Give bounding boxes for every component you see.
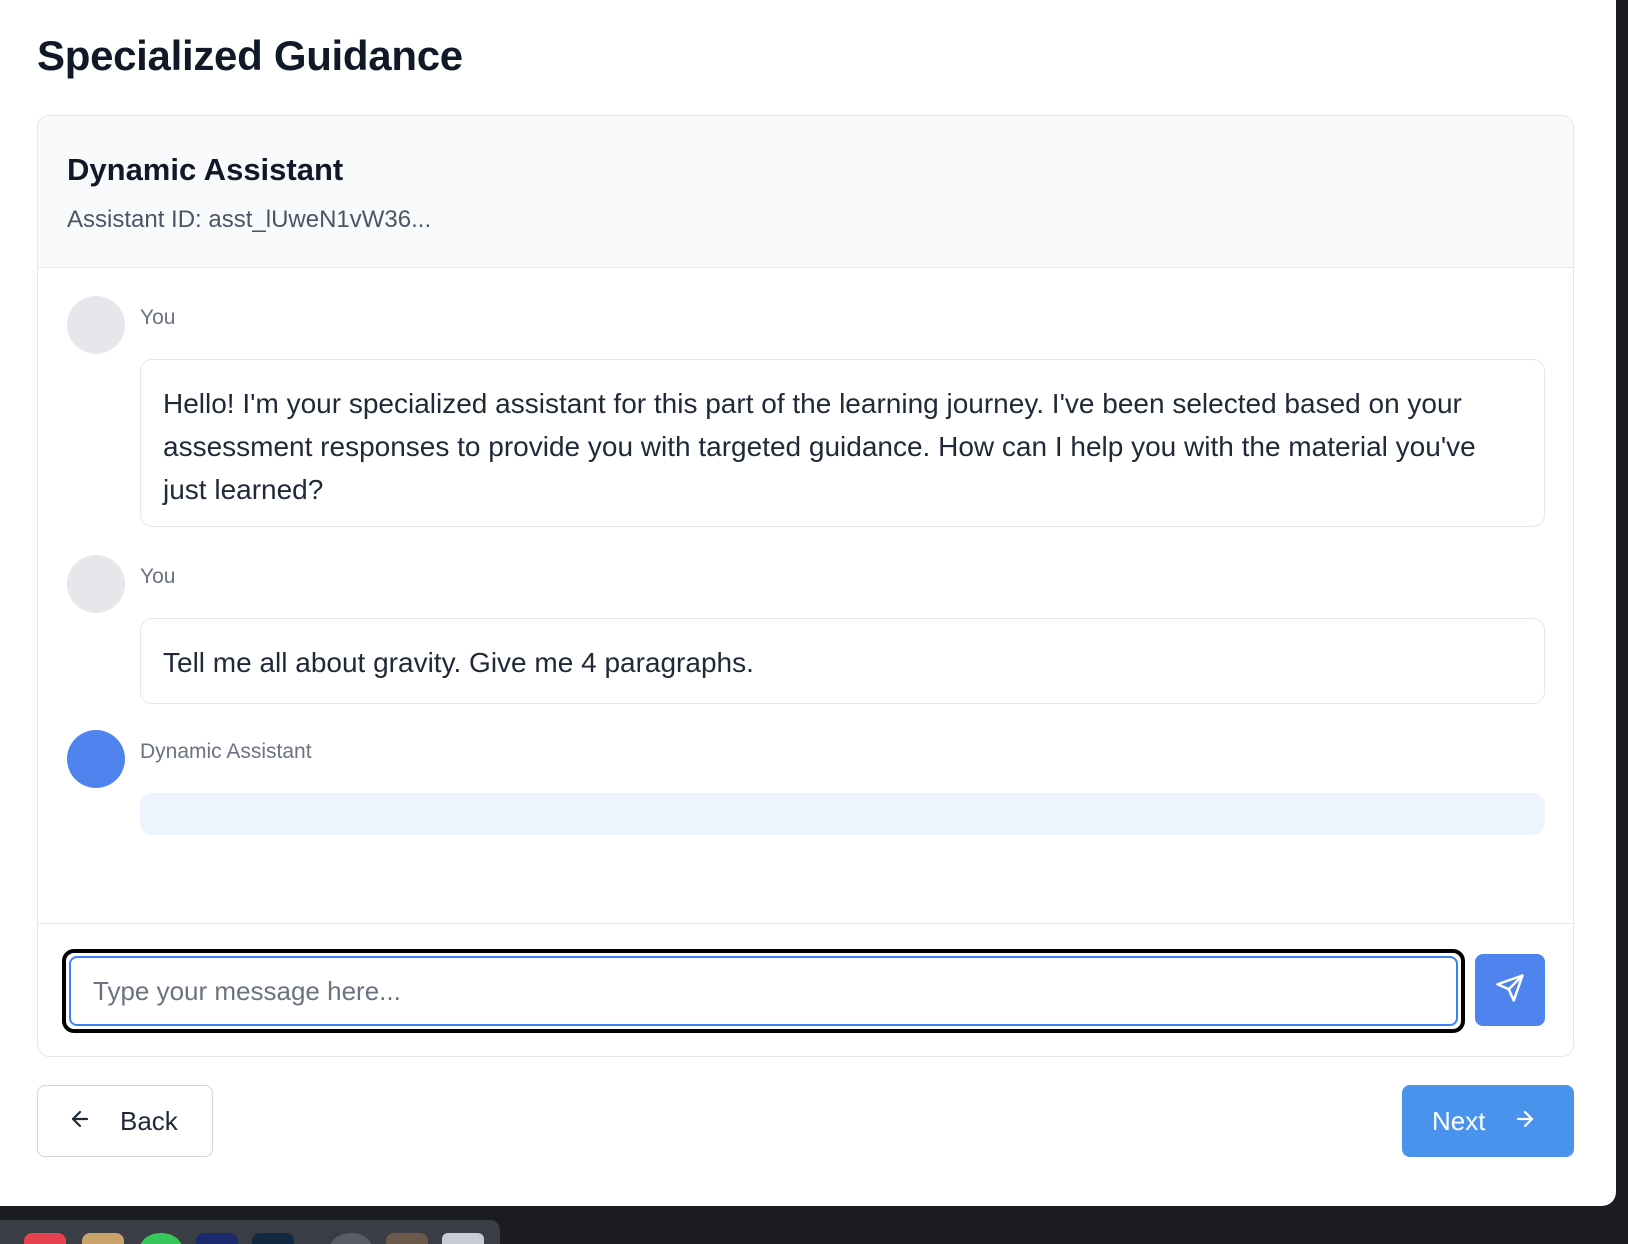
dock-app-icon[interactable] (386, 1233, 428, 1244)
macos-dock (0, 1220, 500, 1244)
message-composer (38, 923, 1573, 1056)
user-avatar (67, 296, 125, 354)
assistant-name: Dynamic Assistant (67, 152, 344, 187)
dock-app-icon[interactable] (196, 1233, 238, 1244)
chat-card: Dynamic Assistant Assistant ID: asst_lUw… (37, 115, 1574, 1057)
message-bubble: Hello! I'm your specialized assistant fo… (140, 359, 1545, 527)
assistant-response-loading (140, 793, 1545, 835)
window-edge (1616, 0, 1628, 1244)
message-author: Dynamic Assistant (140, 740, 312, 763)
dock-app-icon[interactable] (330, 1233, 372, 1244)
message-input[interactable] (69, 956, 1458, 1026)
back-button-label: Back (120, 1105, 178, 1136)
next-button-label: Next (1432, 1105, 1486, 1136)
dock-app-icon[interactable] (82, 1233, 124, 1244)
message-author: You (140, 306, 176, 329)
send-button[interactable] (1475, 954, 1545, 1026)
page-title: Specialized Guidance (37, 32, 463, 79)
user-avatar (67, 555, 125, 613)
send-icon (1495, 973, 1525, 1008)
assistant-avatar (67, 730, 125, 788)
assistant-id: Assistant ID: asst_lUweN1vW36... (67, 206, 432, 233)
dock-app-icon[interactable] (24, 1233, 66, 1244)
message-bubble: Tell me all about gravity. Give me 4 par… (140, 618, 1545, 704)
arrow-left-icon (68, 1107, 92, 1136)
app-window: Specialized Guidance Dynamic Assistant A… (0, 0, 1616, 1206)
arrow-right-icon (1513, 1107, 1537, 1136)
next-button[interactable]: Next (1402, 1085, 1574, 1157)
trash-icon[interactable] (442, 1233, 484, 1244)
message-input-focus-ring (62, 949, 1465, 1033)
chat-header: Dynamic Assistant Assistant ID: asst_lUw… (38, 116, 1573, 268)
dock-app-icon[interactable] (252, 1233, 294, 1244)
message-author: You (140, 565, 176, 588)
dock-app-icon[interactable] (140, 1233, 182, 1244)
message-list[interactable]: You Hello! I'm your specialized assistan… (38, 268, 1573, 923)
back-button[interactable]: Back (37, 1085, 213, 1157)
